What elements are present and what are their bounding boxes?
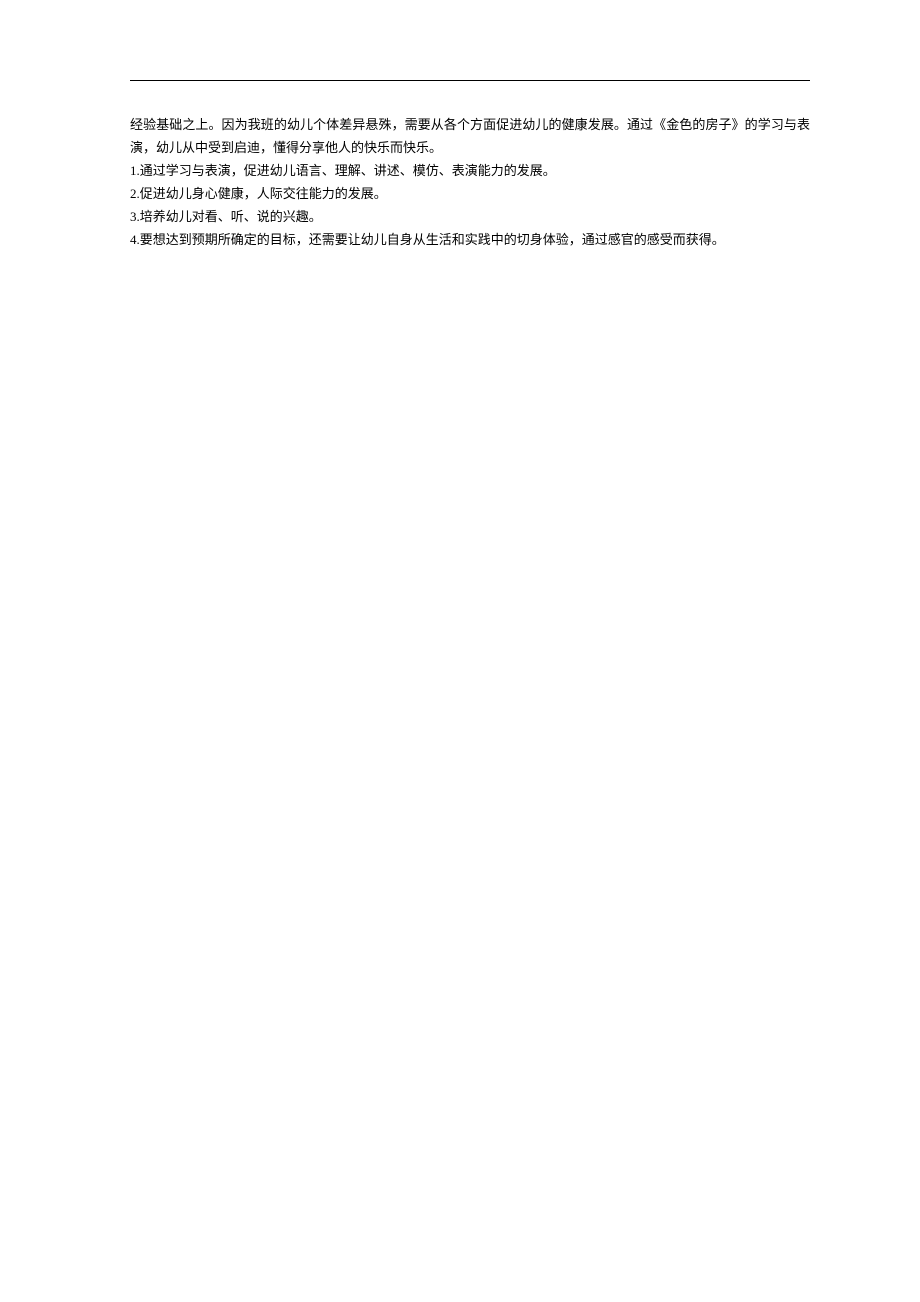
list-item-1: 1.通过学习与表演，促进幼儿语言、理解、讲述、模仿、表演能力的发展。	[130, 159, 810, 182]
document-page: 经验基础之上。因为我班的幼儿个体差异悬殊，需要从各个方面促进幼儿的健康发展。通过…	[0, 0, 920, 251]
list-item-3: 3.培养幼儿对看、听、说的兴趣。	[130, 205, 810, 228]
horizontal-divider	[130, 80, 810, 81]
intro-paragraph: 经验基础之上。因为我班的幼儿个体差异悬殊，需要从各个方面促进幼儿的健康发展。通过…	[130, 113, 810, 159]
list-item-2: 2.促进幼儿身心健康，人际交往能力的发展。	[130, 182, 810, 205]
list-item-4: 4.要想达到预期所确定的目标，还需要让幼儿自身从生活和实践中的切身体验，通过感官…	[130, 228, 810, 251]
